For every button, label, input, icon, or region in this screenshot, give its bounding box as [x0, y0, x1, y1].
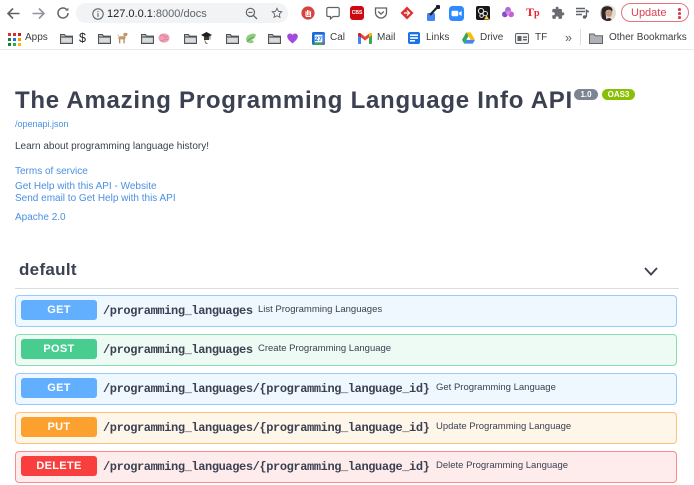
- svg-text:27: 27: [315, 36, 323, 43]
